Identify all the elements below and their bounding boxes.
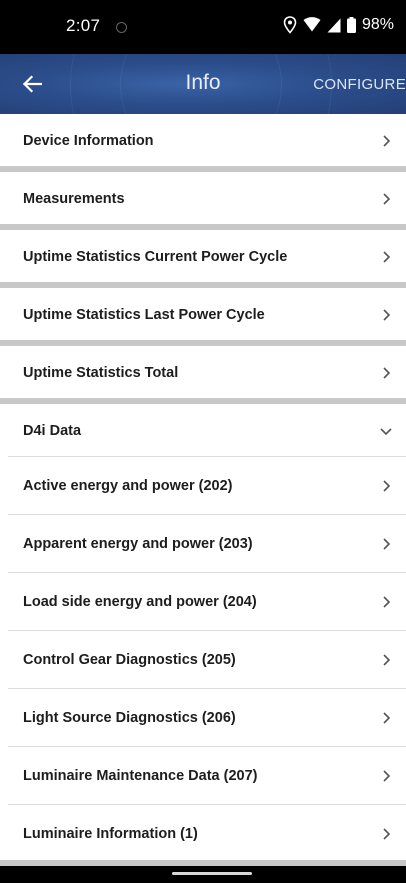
list-item-active-energy[interactable]: Active energy and power (202)	[0, 457, 406, 514]
list-item-label: Active energy and power (202)	[23, 478, 233, 494]
list-item-device-information[interactable]: Device Information	[0, 114, 406, 166]
signal-icon	[327, 18, 341, 32]
info-list: Device Information Measurements Uptime S…	[0, 114, 406, 866]
list-item-load-side-energy[interactable]: Load side energy and power (204)	[0, 573, 406, 630]
list-item-label: Uptime Statistics Current Power Cycle	[23, 249, 288, 265]
list-item-light-source-diagnostics[interactable]: Light Source Diagnostics (206)	[0, 689, 406, 746]
list-item-luminaire-maintenance[interactable]: Luminaire Maintenance Data (207)	[0, 747, 406, 804]
list-item-label: Measurements	[23, 191, 125, 207]
chevron-right-icon	[383, 596, 391, 608]
app-bar: Info CONFIGURE	[0, 54, 406, 114]
chevron-right-icon	[383, 251, 391, 263]
list-item-luminaire-information[interactable]: Luminaire Information (1)	[0, 805, 406, 860]
location-icon	[283, 16, 297, 34]
list-item-label: Luminaire Maintenance Data (207)	[23, 768, 258, 784]
chevron-right-icon	[383, 538, 391, 550]
list-item-apparent-energy[interactable]: Apparent energy and power (203)	[0, 515, 406, 572]
list-item-uptime-last[interactable]: Uptime Statistics Last Power Cycle	[0, 288, 406, 340]
list-item-label: Uptime Statistics Total	[23, 365, 179, 381]
status-time: 2:07	[66, 16, 101, 35]
list-item-label: Luminaire Information (1)	[23, 826, 198, 842]
configure-button[interactable]: CONFIGURE	[313, 76, 406, 93]
list-item-label: D4i Data	[23, 423, 82, 439]
list-item-uptime-current[interactable]: Uptime Statistics Current Power Cycle	[0, 230, 406, 282]
list-item-control-gear-diagnostics[interactable]: Control Gear Diagnostics (205)	[0, 631, 406, 688]
system-nav-bar	[0, 866, 406, 883]
list-item-label: Apparent energy and power (203)	[23, 536, 253, 552]
list-item-uptime-total[interactable]: Uptime Statistics Total	[0, 346, 406, 398]
list-item-measurements[interactable]: Measurements	[0, 172, 406, 224]
chevron-right-icon	[383, 193, 391, 205]
home-gesture-handle[interactable]	[172, 872, 252, 875]
chevron-right-icon	[383, 770, 391, 782]
wifi-icon	[303, 17, 321, 32]
chevron-right-icon	[383, 135, 391, 147]
chevron-right-icon	[383, 309, 391, 321]
status-icons: 98%	[283, 14, 394, 36]
list-item-label: Light Source Diagnostics (206)	[23, 710, 236, 726]
list-item-label: Uptime Statistics Last Power Cycle	[23, 307, 265, 323]
list-item-label: Load side energy and power (204)	[23, 594, 257, 610]
chevron-right-icon	[383, 712, 391, 724]
chevron-right-icon	[383, 480, 391, 492]
chevron-down-icon	[380, 428, 392, 436]
battery-icon	[346, 17, 356, 33]
list-item-label: Device Information	[23, 133, 154, 149]
chevron-right-icon	[383, 367, 391, 379]
list-item-label: Control Gear Diagnostics (205)	[23, 652, 236, 668]
list-item-d4i-data[interactable]: D4i Data	[0, 404, 406, 456]
status-bar: 2:07 98%	[0, 0, 406, 54]
notification-dot-icon	[116, 22, 127, 33]
chevron-right-icon	[383, 654, 391, 666]
chevron-right-icon	[383, 828, 391, 840]
battery-percentage: 98%	[361, 16, 394, 33]
